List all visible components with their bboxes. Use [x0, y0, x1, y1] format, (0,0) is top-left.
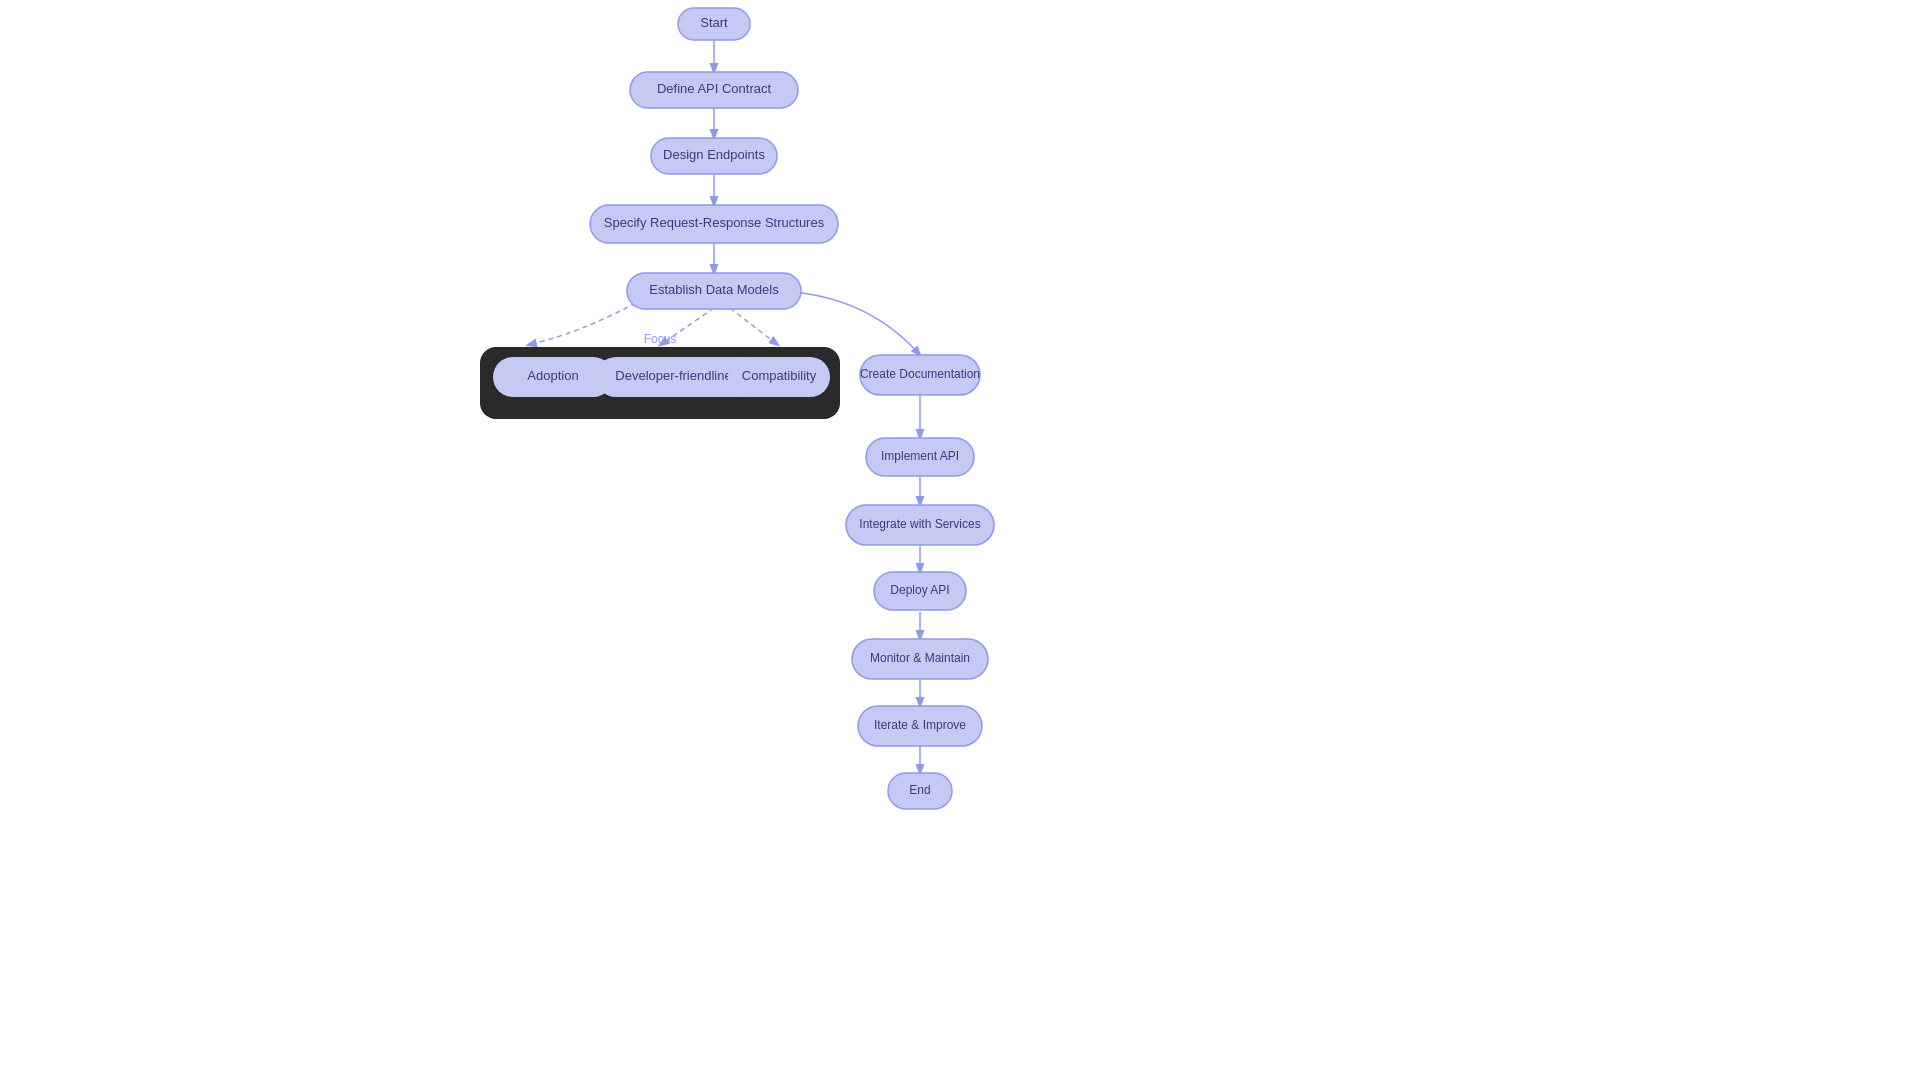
- focus-label: Focus: [644, 332, 677, 346]
- diagram-container: Start Define API Contract Design Endpoin…: [0, 0, 1920, 1080]
- establish-data-models-label: Establish Data Models: [649, 282, 779, 297]
- design-endpoints-label: Design Endpoints: [663, 147, 765, 162]
- define-api-contract-label: Define API Contract: [657, 81, 772, 96]
- end-label: End: [909, 783, 930, 797]
- compatibility-label: Compatibility: [742, 368, 817, 383]
- monitor-maintain-label: Monitor & Maintain: [870, 651, 970, 665]
- start-label: Start: [700, 15, 728, 30]
- integrate-services-label: Integrate with Services: [859, 517, 980, 531]
- adoption-label: Adoption: [527, 368, 578, 383]
- specify-rr-label: Specify Request-Response Structures: [604, 215, 825, 230]
- developer-friendliness-label: Developer-friendliness: [615, 368, 745, 383]
- iterate-improve-label: Iterate & Improve: [874, 718, 966, 732]
- create-documentation-label: Create Documentation: [860, 367, 980, 381]
- implement-api-label: Implement API: [881, 449, 959, 463]
- deploy-api-label: Deploy API: [890, 583, 949, 597]
- flowchart-svg: Start Define API Contract Design Endpoin…: [0, 0, 1920, 1080]
